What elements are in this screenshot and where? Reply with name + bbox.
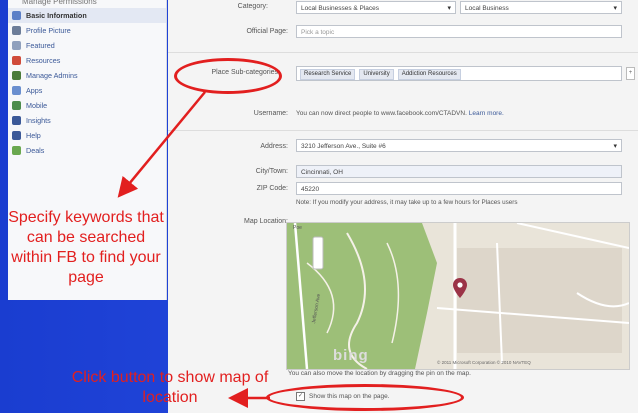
keywords-annotation: Specify keywords that can be searched wi… (8, 209, 164, 286)
show-map-highlight-ellipse (266, 384, 464, 411)
annotation-arrows (117, 91, 270, 408)
map-annotation: Click button to show map of location (71, 369, 269, 406)
